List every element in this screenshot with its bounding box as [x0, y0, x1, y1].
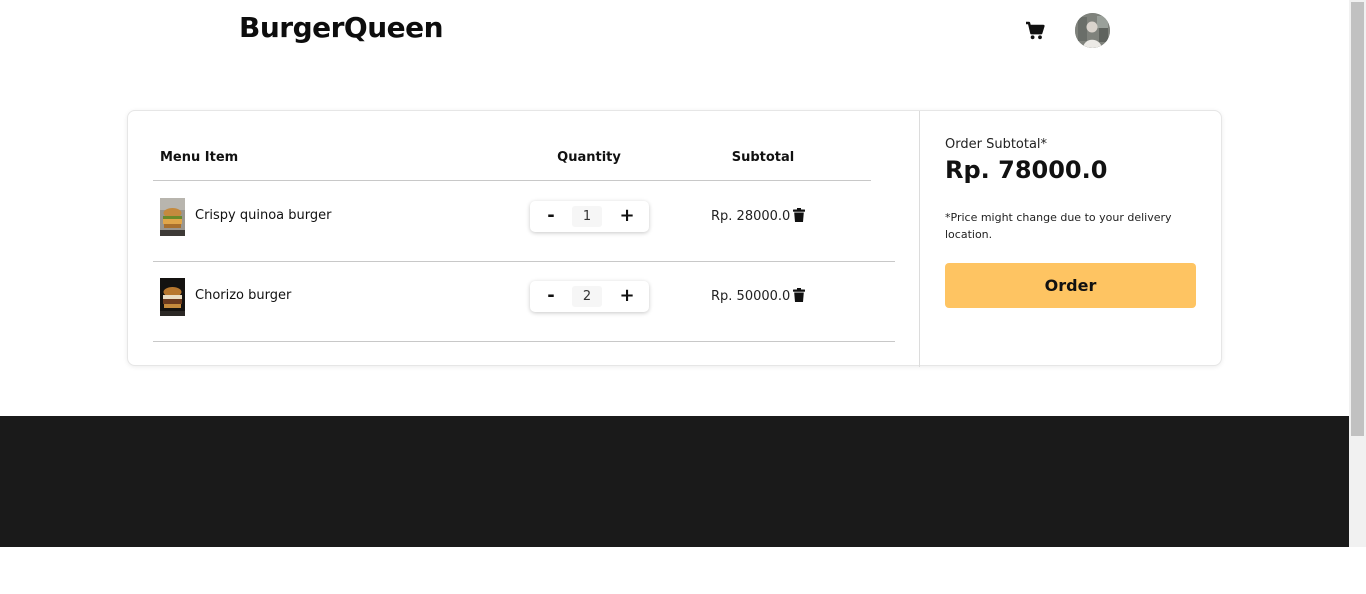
- item-name: Chorizo burger: [195, 288, 292, 303]
- cart-items-panel: Menu Item Quantity Subtotal Crispy quino…: [128, 111, 920, 367]
- increase-button[interactable]: +: [612, 201, 642, 232]
- quantity-stepper: - 1 +: [530, 201, 649, 232]
- quantity-value[interactable]: 1: [572, 206, 602, 227]
- price-note: *Price might change due to your delivery…: [945, 211, 1172, 241]
- column-header-quantity: Quantity: [557, 150, 621, 165]
- trash-icon[interactable]: [793, 287, 805, 302]
- burger-thumbnail: [160, 278, 185, 316]
- item-subtotal: Rp. 28000.0: [711, 209, 791, 224]
- order-subtotal-value: Rp. 78000.0: [945, 156, 1108, 184]
- cart-row: Crispy quinoa burger - 1 + Rp. 28000.0: [153, 181, 895, 261]
- item-name: Crispy quinoa burger: [195, 208, 332, 223]
- quantity-value[interactable]: 2: [572, 286, 602, 307]
- decrease-button[interactable]: -: [536, 201, 566, 232]
- order-subtotal-label: Order Subtotal*: [945, 137, 1048, 152]
- row-divider: [153, 341, 895, 342]
- column-header-menu-item: Menu Item: [160, 150, 239, 165]
- brand-logo[interactable]: BurgerQueen: [239, 11, 444, 44]
- quantity-stepper: - 2 +: [530, 281, 649, 312]
- decrease-button[interactable]: -: [536, 281, 566, 312]
- increase-button[interactable]: +: [612, 281, 642, 312]
- scrollbar-thumb[interactable]: [1351, 2, 1364, 436]
- burger-thumbnail: [160, 198, 185, 236]
- cart-card: Menu Item Quantity Subtotal Crispy quino…: [127, 110, 1222, 367]
- cart-row: Chorizo burger - 2 + Rp. 50000.0: [153, 261, 895, 341]
- vertical-scrollbar[interactable]: [1349, 0, 1366, 547]
- footer: [0, 416, 1349, 547]
- cart-icon[interactable]: [1024, 20, 1046, 42]
- order-button[interactable]: Order: [945, 263, 1196, 308]
- trash-icon[interactable]: [793, 207, 805, 222]
- item-subtotal: Rp. 50000.0: [711, 289, 791, 304]
- column-header-subtotal: Subtotal: [731, 150, 795, 165]
- page: BurgerQueen Menu Item Quantity Subtotal: [0, 0, 1349, 594]
- user-avatar[interactable]: [1075, 13, 1110, 48]
